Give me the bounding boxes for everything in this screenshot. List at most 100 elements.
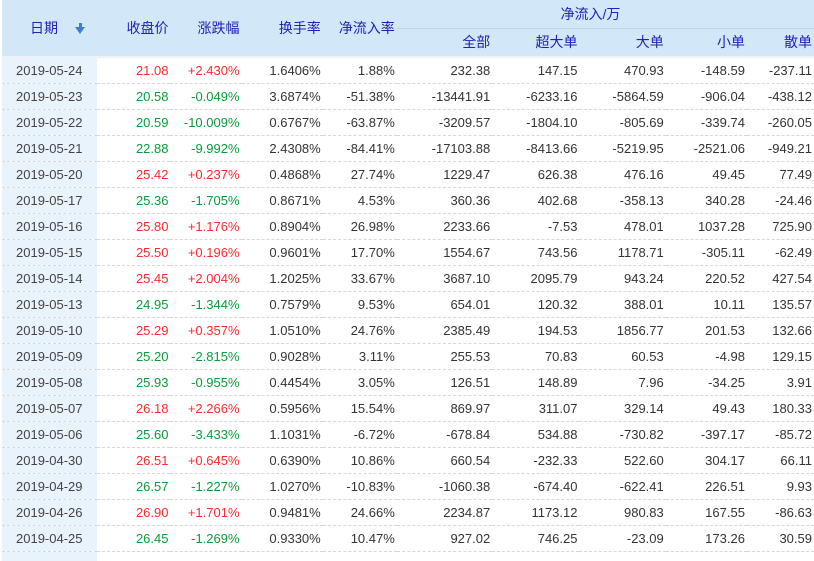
inflow-large-cell: 980.83: [579, 499, 665, 525]
change-percent-cell: -1.705%: [170, 187, 241, 213]
table-row: 2019-05-10 25.29 +0.357% 1.0510% 24.76% …: [2, 317, 814, 343]
inflow-rate-cell: 24.66%: [323, 499, 397, 525]
inflow-super-cell: 743.56: [492, 239, 579, 265]
inflow-rate-cell: -84.41%: [323, 135, 397, 161]
inflow-rate-cell: 1.88%: [323, 57, 397, 83]
date-cell: 2019-05-21: [2, 135, 97, 161]
close-price-cell: 25.60: [97, 421, 170, 447]
inflow-rate-cell: 4.53%: [323, 187, 397, 213]
date-cell: 2019-05-17: [2, 187, 97, 213]
turnover-rate-cell: 1.0510%: [242, 317, 323, 343]
date-cell: 2019-05-07: [2, 395, 97, 421]
col-header-turnover[interactable]: 换手率: [242, 0, 323, 57]
inflow-all-cell: -17103.88: [397, 135, 492, 161]
inflow-rate-cell: 9.53%: [323, 291, 397, 317]
inflow-all-cell: 1229.47: [397, 161, 492, 187]
close-price-cell: 26.51: [97, 447, 170, 473]
inflow-retail-cell: -62.49: [747, 239, 814, 265]
turnover-rate-cell: 0.4454%: [242, 369, 323, 395]
change-percent-cell: +1.176%: [170, 213, 241, 239]
turnover-rate-cell: 1.2025%: [242, 265, 323, 291]
inflow-small-cell: -34.25: [666, 369, 747, 395]
table-row: 2019-05-13 24.95 -1.344% 0.7579% 9.53% 6…: [2, 291, 814, 317]
table-row: 2019-04-30 26.51 +0.645% 0.6390% 10.86% …: [2, 447, 814, 473]
close-price-cell: 25.42: [97, 161, 170, 187]
inflow-rate-cell: -63.87%: [323, 109, 397, 135]
table-row: 2019-05-16 25.80 +1.176% 0.8904% 26.98% …: [2, 213, 814, 239]
inflow-small-cell: 49.45: [666, 161, 747, 187]
col-header-date[interactable]: 日期: [2, 0, 97, 57]
inflow-all-cell: 660.54: [397, 447, 492, 473]
close-price-cell: 20.58: [97, 83, 170, 109]
inflow-rate-cell: 15.54%: [323, 395, 397, 421]
col-header-close[interactable]: 收盘价: [97, 0, 170, 57]
date-cell: 2019-05-23: [2, 83, 97, 109]
date-cell: 2019-05-20: [2, 161, 97, 187]
inflow-super-cell: 120.32: [492, 291, 579, 317]
inflow-small-cell: 173.26: [666, 525, 747, 551]
inflow-large-cell: -5864.59: [579, 83, 665, 109]
inflow-small-cell: -339.74: [666, 109, 747, 135]
inflow-super-cell: 148.89: [492, 369, 579, 395]
inflow-retail-cell: 427.54: [747, 265, 814, 291]
turnover-rate-cell: 0.9028%: [242, 343, 323, 369]
inflow-large-cell: 60.53: [579, 343, 665, 369]
inflow-small-cell: 226.51: [666, 473, 747, 499]
col-header-inflow-all[interactable]: 全部: [397, 28, 492, 57]
col-header-inflow-super[interactable]: 超大单: [492, 28, 579, 57]
inflow-super-cell: 311.07: [492, 395, 579, 421]
inflow-super-cell: 70.83: [492, 343, 579, 369]
turnover-rate-cell: 0.7579%: [242, 291, 323, 317]
date-cell: 2019-05-08: [2, 369, 97, 395]
inflow-super-cell: -1804.10: [492, 109, 579, 135]
date-cell: 2019-05-22: [2, 109, 97, 135]
inflow-small-cell: 10.11: [666, 291, 747, 317]
close-price-cell: 25.45: [97, 265, 170, 291]
inflow-all-cell: 2233.66: [397, 213, 492, 239]
turnover-rate-cell: 1.6406%: [242, 57, 323, 83]
inflow-large-cell: 1856.77: [579, 317, 665, 343]
inflow-large-cell: 7.96: [579, 369, 665, 395]
inflow-rate-cell: 26.98%: [323, 213, 397, 239]
inflow-small-cell: -305.11: [666, 239, 747, 265]
sort-desc-icon[interactable]: [75, 23, 86, 34]
inflow-retail-cell: 66.11: [747, 447, 814, 473]
table-body: 2019-05-24 21.08 +2.430% 1.6406% 1.88% 2…: [2, 57, 814, 561]
table-row: 2019-05-22 20.59 -10.009% 0.6767% -63.87…: [2, 109, 814, 135]
inflow-small-cell: 201.53: [666, 317, 747, 343]
col-header-inflow-large[interactable]: 大单: [579, 28, 665, 57]
table-row: 2019-05-08 25.93 -0.955% 0.4454% 3.05% 1…: [2, 369, 814, 395]
change-percent-cell: -2.815%: [170, 343, 241, 369]
inflow-rate-cell: 33.67%: [323, 265, 397, 291]
inflow-small-cell: 1037.28: [666, 213, 747, 239]
date-cell: 2019-05-24: [2, 57, 97, 83]
inflow-rate-cell: -51.38%: [323, 83, 397, 109]
turnover-rate-cell: 3.6874%: [242, 83, 323, 109]
inflow-rate-cell: 10.86%: [323, 447, 397, 473]
table-row: 2019-04-26 26.90 +1.701% 0.9481% 24.66% …: [2, 499, 814, 525]
date-cell: 2019-04-30: [2, 447, 97, 473]
inflow-small-cell: 304.17: [666, 447, 747, 473]
col-header-inflow-small[interactable]: 小单: [666, 28, 747, 57]
inflow-all-cell: 1554.67: [397, 239, 492, 265]
inflow-all-cell: 869.97: [397, 395, 492, 421]
inflow-retail-cell: -86.63: [747, 499, 814, 525]
inflow-retail-cell: 135.57: [747, 291, 814, 317]
inflow-all-cell: 360.36: [397, 187, 492, 213]
inflow-large-cell: 1178.71: [579, 239, 665, 265]
inflow-small-cell: 220.52: [666, 265, 747, 291]
change-percent-cell: +2.266%: [170, 395, 241, 421]
inflow-retail-cell: 30.59: [747, 525, 814, 551]
table-row: 2019-04-25 26.45 -1.269% 0.9330% 10.47% …: [2, 525, 814, 551]
inflow-retail-cell: -24.46: [747, 187, 814, 213]
date-cell: 2019-05-09: [2, 343, 97, 369]
col-header-inflow-retail[interactable]: 散单: [747, 28, 814, 57]
inflow-large-cell: -358.13: [579, 187, 665, 213]
turnover-rate-cell: 1.0270%: [242, 473, 323, 499]
close-price-cell: 26.18: [97, 395, 170, 421]
col-header-change[interactable]: 涨跌幅: [170, 0, 241, 57]
col-group-net-inflow-label: 净流入/万: [560, 4, 620, 24]
inflow-small-cell: 340.28: [666, 187, 747, 213]
inflow-large-cell: -23.09: [579, 525, 665, 551]
col-header-inflow-rate[interactable]: 净流入率: [323, 0, 397, 57]
